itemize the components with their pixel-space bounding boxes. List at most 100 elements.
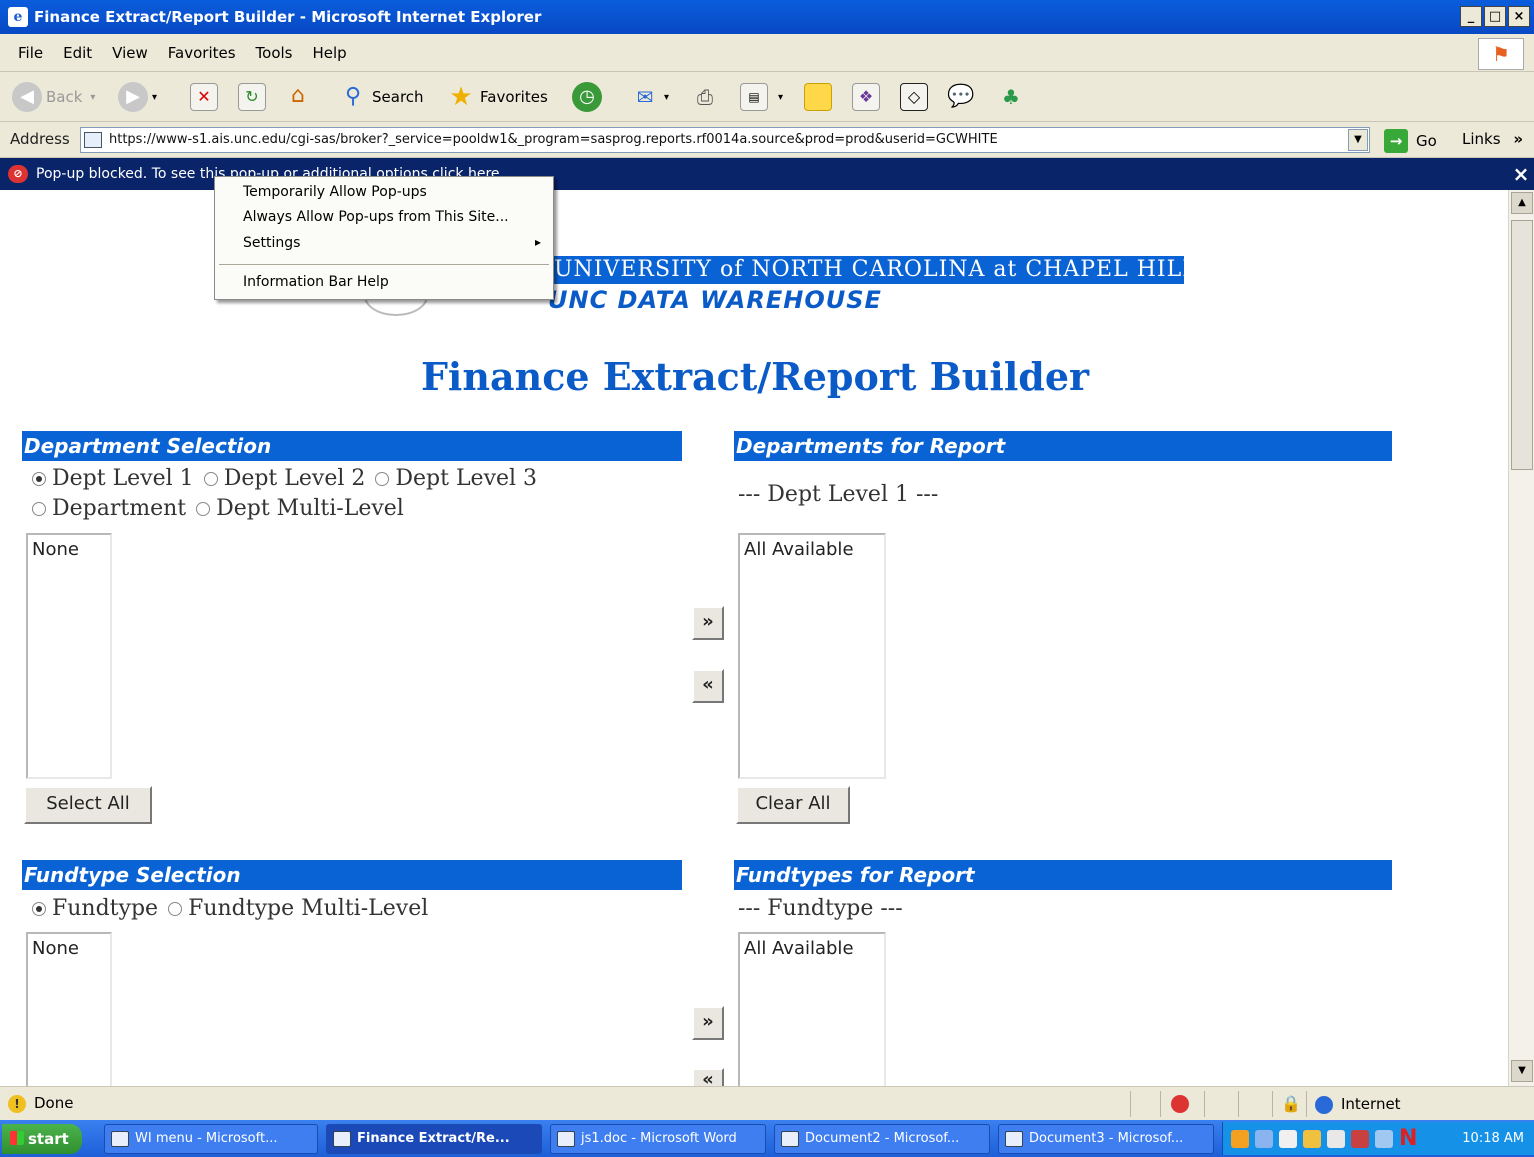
- taskbar-item-document2[interactable]: Document2 - Microsof...: [774, 1124, 990, 1154]
- status-bar: ! Done 🔒 Internet: [0, 1086, 1534, 1120]
- edit-button[interactable]: ▤ ▾: [740, 80, 783, 114]
- clear-all-button[interactable]: Clear All: [736, 786, 850, 824]
- menu-edit[interactable]: Edit: [63, 44, 92, 62]
- department-source-list[interactable]: None: [26, 533, 112, 779]
- address-label: Address: [10, 130, 70, 148]
- vertical-scrollbar[interactable]: ▲ ▼: [1508, 190, 1534, 1086]
- word-task-icon: [781, 1131, 799, 1147]
- status-cell: [1238, 1091, 1272, 1117]
- edit-dropdown-icon[interactable]: ▾: [778, 92, 783, 103]
- list-item[interactable]: None: [32, 938, 106, 959]
- mail-icon: ✉: [636, 85, 654, 109]
- taskbar-item-document3[interactable]: Document3 - Microsof...: [998, 1124, 1214, 1154]
- radio-dept-level-3[interactable]: [375, 471, 390, 486]
- tray-n-icon[interactable]: N: [1399, 1126, 1417, 1151]
- history-icon: ◷: [572, 82, 602, 112]
- menu-favorites[interactable]: Favorites: [168, 44, 236, 62]
- taskbar-item-js1-doc[interactable]: js1.doc - Microsoft Word: [550, 1124, 766, 1154]
- menu-item-infobar-help[interactable]: Information Bar Help: [243, 274, 389, 290]
- tray-app-icon[interactable]: [1255, 1130, 1273, 1148]
- minimize-button[interactable]: _: [1460, 6, 1482, 27]
- address-input[interactable]: https://www-s1.ais.unc.edu/cgi-sas/broke…: [80, 127, 1370, 153]
- scroll-thumb[interactable]: [1511, 220, 1533, 470]
- menu-item-temporarily-allow[interactable]: Temporarily Allow Pop-ups: [243, 184, 427, 200]
- back-button[interactable]: ◀ Back ▾: [12, 80, 95, 114]
- tray-app-icon[interactable]: [1327, 1130, 1345, 1148]
- links-button[interactable]: Links »: [1462, 130, 1523, 148]
- go-button[interactable]: → Go: [1384, 128, 1437, 154]
- home-button[interactable]: ⌂: [284, 80, 312, 114]
- word-task-icon: [1005, 1131, 1023, 1147]
- maximize-button[interactable]: □: [1484, 6, 1506, 27]
- favorites-star-icon: ★: [449, 82, 473, 112]
- address-dropdown-icon[interactable]: ▼: [1348, 129, 1368, 151]
- clock: 10:18 AM: [1462, 1131, 1524, 1146]
- department-report-list[interactable]: All Available: [738, 533, 886, 779]
- menu-view[interactable]: View: [112, 44, 148, 62]
- tray-app-icon[interactable]: [1279, 1130, 1297, 1148]
- list-item[interactable]: None: [32, 539, 106, 560]
- radio-department[interactable]: [32, 501, 46, 516]
- stop-button[interactable]: ✕: [190, 80, 218, 114]
- fundtype-radio-row: Fundtype Fundtype Multi-Level: [22, 896, 428, 921]
- research-button[interactable]: ❖: [852, 80, 880, 114]
- add-fundtype-button[interactable]: »: [692, 1006, 724, 1040]
- fundtype-report-list[interactable]: All Available: [738, 932, 886, 1086]
- popup-options-menu: Temporarily Allow Pop-ups Always Allow P…: [214, 176, 554, 300]
- fundtype-source-list[interactable]: None: [26, 932, 112, 1086]
- refresh-button[interactable]: ↻: [238, 80, 266, 114]
- list-item[interactable]: All Available: [744, 938, 880, 959]
- menu-item-always-allow[interactable]: Always Allow Pop-ups from This Site...: [243, 209, 509, 225]
- messenger-button[interactable]: ◇: [900, 80, 928, 114]
- select-all-button[interactable]: Select All: [24, 786, 152, 824]
- scroll-down-icon[interactable]: ▼: [1511, 1060, 1533, 1082]
- radio-dept-multi-level[interactable]: [196, 501, 211, 516]
- radio-dept-level-1[interactable]: [32, 471, 46, 486]
- forward-button[interactable]: ▶ ▾: [118, 80, 157, 114]
- tray-network-icon[interactable]: [1231, 1130, 1249, 1148]
- word-task-icon: [557, 1131, 575, 1147]
- address-bar: Address https://www-s1.ais.unc.edu/cgi-s…: [0, 122, 1534, 158]
- history-button[interactable]: ◷: [572, 80, 606, 114]
- menu-bar: File Edit View Favorites Tools Help: [0, 34, 1534, 72]
- dept-level-caption: --- Dept Level 1 ---: [738, 482, 939, 507]
- print-button[interactable]: ⎙: [690, 80, 724, 114]
- msn-button[interactable]: ♣: [996, 80, 1030, 114]
- menu-file[interactable]: File: [18, 44, 43, 62]
- favorites-button[interactable]: ★ Favorites: [446, 80, 547, 114]
- page-icon: [84, 132, 102, 148]
- search-button[interactable]: ⚲ Search: [338, 80, 424, 114]
- tray-app-icon[interactable]: [1351, 1130, 1369, 1148]
- scroll-up-icon[interactable]: ▲: [1511, 192, 1533, 214]
- refresh-icon: ↻: [238, 83, 266, 111]
- back-dropdown-icon[interactable]: ▾: [90, 92, 95, 103]
- add-department-button[interactable]: »: [692, 606, 724, 640]
- menu-separator: [219, 264, 549, 265]
- taskbar-item-wi-menu[interactable]: WI menu - Microsoft...: [104, 1124, 318, 1154]
- menu-item-settings[interactable]: Settings: [243, 235, 300, 251]
- forward-dropdown-icon[interactable]: ▾: [152, 92, 157, 103]
- popup-blocked-status-icon[interactable]: [1171, 1095, 1189, 1113]
- list-item[interactable]: All Available: [744, 539, 880, 560]
- discuss-button[interactable]: [804, 80, 832, 114]
- radio-fundtype[interactable]: [32, 901, 46, 916]
- remove-department-button[interactable]: «: [692, 669, 724, 703]
- menu-help[interactable]: Help: [313, 44, 347, 62]
- status-cell-lock: 🔒: [1272, 1091, 1306, 1117]
- tray-app-icon[interactable]: [1375, 1130, 1393, 1148]
- dept-level-radio-row: Dept Level 1 Dept Level 2 Dept Level 3: [22, 466, 537, 491]
- radio-fundtype-multi-level[interactable]: [168, 901, 183, 916]
- infobar-close-button[interactable]: ×: [1508, 160, 1534, 188]
- forward-arrow-icon: ▶: [118, 82, 148, 112]
- submenu-arrow-icon: ▸: [535, 235, 542, 249]
- remove-fundtype-button[interactable]: «: [692, 1068, 724, 1086]
- mail-dropdown-icon[interactable]: ▾: [664, 92, 669, 103]
- discuss-bubble-button[interactable]: 💬: [946, 80, 980, 114]
- close-window-button[interactable]: ×: [1508, 6, 1530, 27]
- tray-app-icon[interactable]: [1303, 1130, 1321, 1148]
- mail-button[interactable]: ✉ ▾: [630, 80, 669, 114]
- radio-dept-level-2[interactable]: [203, 471, 218, 486]
- edit-icon: ▤: [740, 83, 768, 111]
- menu-tools[interactable]: Tools: [256, 44, 293, 62]
- taskbar-item-finance-extract[interactable]: Finance Extract/Re...: [326, 1124, 542, 1154]
